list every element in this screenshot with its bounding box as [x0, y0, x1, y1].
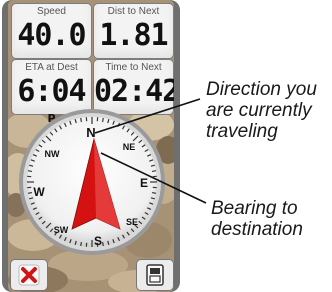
bearing-leader-line: [100, 152, 207, 204]
callout-leaders: [94, 98, 207, 204]
callout-line: destination: [211, 219, 303, 240]
callout-line: are currently: [206, 100, 312, 121]
direction-callout: Direction you are currently traveling: [206, 79, 317, 142]
bearing-callout: Bearing to destination: [211, 198, 303, 240]
direction-leader-line: [94, 98, 201, 134]
callout-line: traveling: [206, 121, 278, 142]
callout-line: Bearing to: [211, 198, 298, 219]
callout-line: Direction you: [206, 79, 317, 100]
